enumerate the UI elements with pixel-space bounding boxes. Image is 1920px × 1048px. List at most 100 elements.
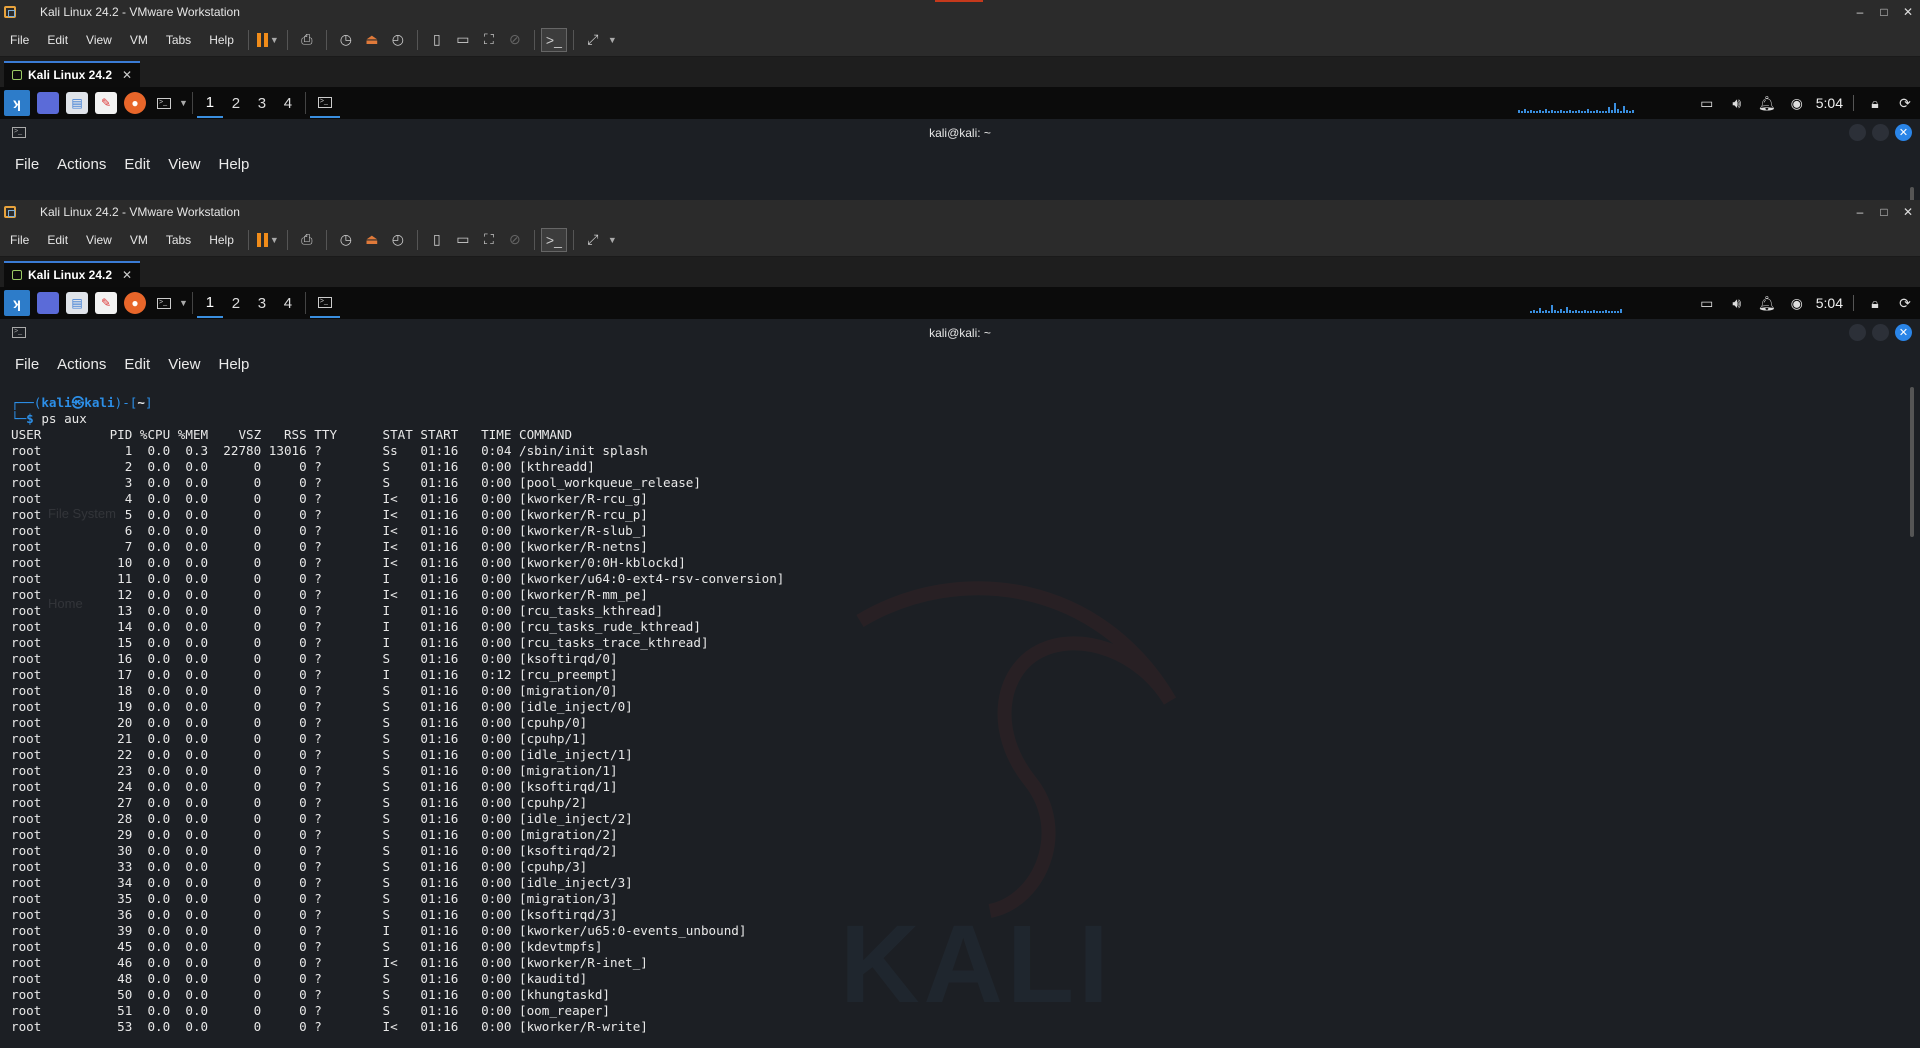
display-icon[interactable]: ▭ (1692, 295, 1722, 312)
terminal-body[interactable]: KALI File System Home ┌──(kali㉿kali)-[~]… (0, 381, 1920, 1048)
menu-edit[interactable]: Edit (39, 233, 76, 247)
menu-file[interactable]: File (2, 33, 37, 47)
kali-menu-icon[interactable]: ʞ (4, 90, 30, 116)
vm-tab-close-icon[interactable]: ✕ (122, 268, 132, 282)
terminal-minimize-button[interactable] (1849, 124, 1866, 141)
logout-icon[interactable]: ⟳ (1890, 95, 1920, 112)
library-view-icon[interactable]: ▯ (424, 28, 450, 52)
workspace-1[interactable]: 1 (196, 88, 223, 118)
kali-menu-icon[interactable]: ʞ (4, 290, 30, 316)
menu-view[interactable]: View (78, 33, 120, 47)
revert-snapshot-icon[interactable]: ⏏ (359, 228, 385, 252)
file-manager-icon[interactable]: ▤ (66, 292, 88, 314)
chevron-down-icon[interactable]: ▼ (179, 298, 188, 308)
terminal-launcher-icon[interactable]: >_ (153, 92, 175, 114)
menu-help[interactable]: Help (201, 233, 242, 247)
firefox-icon[interactable]: ● (124, 292, 146, 314)
workspace-2[interactable]: 2 (223, 288, 249, 318)
stretch-icon[interactable]: ⤢ (580, 28, 606, 52)
console-view-icon[interactable]: >_ (540, 27, 567, 52)
snapshot-icon[interactable]: ◷ (333, 28, 359, 52)
terminal-menu-edit[interactable]: Edit (115, 356, 159, 373)
taskbar-terminal-button[interactable]: >_ (309, 88, 340, 118)
terminal-menu-view[interactable]: View (159, 356, 209, 373)
power-status-icon[interactable]: ◉ (1782, 295, 1812, 312)
volume-icon[interactable]: 🔊︎ (1722, 295, 1752, 312)
power-status-icon[interactable]: ◉ (1782, 95, 1812, 112)
vm-tab[interactable]: Kali Linux 24.2 ✕ (4, 261, 141, 287)
volume-icon[interactable]: 🔊︎ (1722, 95, 1752, 112)
lock-icon[interactable]: 🔒︎ (1860, 95, 1890, 112)
pause-button[interactable]: ▼ (255, 28, 281, 52)
menu-edit[interactable]: Edit (39, 33, 76, 47)
unity-icon[interactable]: ⊘ (502, 28, 528, 52)
workspace-3[interactable]: 3 (249, 88, 275, 118)
send-ctrl-alt-del-icon[interactable]: ⎙ (294, 228, 320, 252)
file-manager-icon[interactable]: ▤ (66, 92, 88, 114)
menu-view[interactable]: View (78, 233, 120, 247)
vm-tab[interactable]: Kali Linux 24.2 ✕ (4, 61, 141, 87)
show-desktop-icon[interactable] (37, 292, 59, 314)
maximize-button[interactable]: □ (1872, 0, 1896, 23)
terminal-menu-edit[interactable]: Edit (115, 156, 159, 173)
terminal-launcher-icon[interactable]: >_ (153, 292, 175, 314)
logout-icon[interactable]: ⟳ (1890, 295, 1920, 312)
terminal-body[interactable] (0, 181, 1920, 200)
clock[interactable]: 5:04 (1812, 295, 1854, 311)
firefox-icon[interactable]: ● (124, 92, 146, 114)
fullscreen-icon[interactable]: ⛶ (476, 28, 502, 52)
thumbnail-bar-icon[interactable]: ▭ (450, 28, 476, 52)
terminal-menu-view[interactable]: View (159, 156, 209, 173)
terminal-close-button[interactable]: ✕ (1895, 324, 1912, 341)
terminal-menu-help[interactable]: Help (209, 156, 258, 173)
taskbar-terminal-button[interactable]: >_ (309, 288, 340, 318)
menu-help[interactable]: Help (201, 33, 242, 47)
close-button[interactable]: ✕ (1896, 0, 1920, 23)
minimize-button[interactable]: – (1848, 0, 1872, 23)
snapshot-icon[interactable]: ◷ (333, 228, 359, 252)
thumbnail-bar-icon[interactable]: ▭ (450, 228, 476, 252)
workspace-1[interactable]: 1 (196, 288, 223, 318)
minimize-button[interactable]: – (1848, 200, 1872, 223)
terminal-menu-actions[interactable]: Actions (48, 356, 115, 373)
terminal-maximize-button[interactable] (1872, 124, 1889, 141)
vm-tab-close-icon[interactable]: ✕ (122, 68, 132, 82)
menu-tabs[interactable]: Tabs (158, 233, 199, 247)
workspace-2[interactable]: 2 (223, 88, 249, 118)
close-button[interactable]: ✕ (1896, 200, 1920, 223)
terminal-menu-actions[interactable]: Actions (48, 156, 115, 173)
menu-vm[interactable]: VM (122, 33, 156, 47)
library-view-icon[interactable]: ▯ (424, 228, 450, 252)
terminal-maximize-button[interactable] (1872, 324, 1889, 341)
revert-snapshot-icon[interactable]: ⏏ (359, 28, 385, 52)
display-icon[interactable]: ▭ (1692, 95, 1722, 112)
workspace-4[interactable]: 4 (275, 288, 301, 318)
notification-bell-icon[interactable]: 🔔︎ (1752, 295, 1782, 312)
terminal-menu-help[interactable]: Help (209, 356, 258, 373)
workspace-3[interactable]: 3 (249, 288, 275, 318)
notification-bell-icon[interactable]: 🔔︎ (1752, 95, 1782, 112)
terminal-minimize-button[interactable] (1849, 324, 1866, 341)
maximize-button[interactable]: □ (1872, 200, 1896, 223)
terminal-menu-file[interactable]: File (6, 156, 48, 173)
unity-icon[interactable]: ⊘ (502, 228, 528, 252)
terminal-menu-file[interactable]: File (6, 356, 48, 373)
terminal-scrollbar[interactable] (1910, 187, 1914, 200)
menu-tabs[interactable]: Tabs (158, 33, 199, 47)
fullscreen-icon[interactable]: ⛶ (476, 228, 502, 252)
terminal-close-button[interactable]: ✕ (1895, 124, 1912, 141)
pause-button[interactable]: ▼ (255, 228, 281, 252)
snapshot-manager-icon[interactable]: ◴ (385, 228, 411, 252)
menu-file[interactable]: File (2, 233, 37, 247)
console-view-icon[interactable]: >_ (540, 227, 567, 252)
menu-vm[interactable]: VM (122, 233, 156, 247)
text-editor-icon[interactable]: ✎ (95, 292, 117, 314)
stretch-icon[interactable]: ⤢ (580, 228, 606, 252)
workspace-4[interactable]: 4 (275, 88, 301, 118)
show-desktop-icon[interactable] (37, 92, 59, 114)
send-ctrl-alt-del-icon[interactable]: ⎙ (294, 28, 320, 52)
chevron-down-icon[interactable]: ▼ (179, 98, 188, 108)
clock[interactable]: 5:04 (1812, 95, 1854, 111)
text-editor-icon[interactable]: ✎ (95, 92, 117, 114)
lock-icon[interactable]: 🔒︎ (1860, 295, 1890, 312)
